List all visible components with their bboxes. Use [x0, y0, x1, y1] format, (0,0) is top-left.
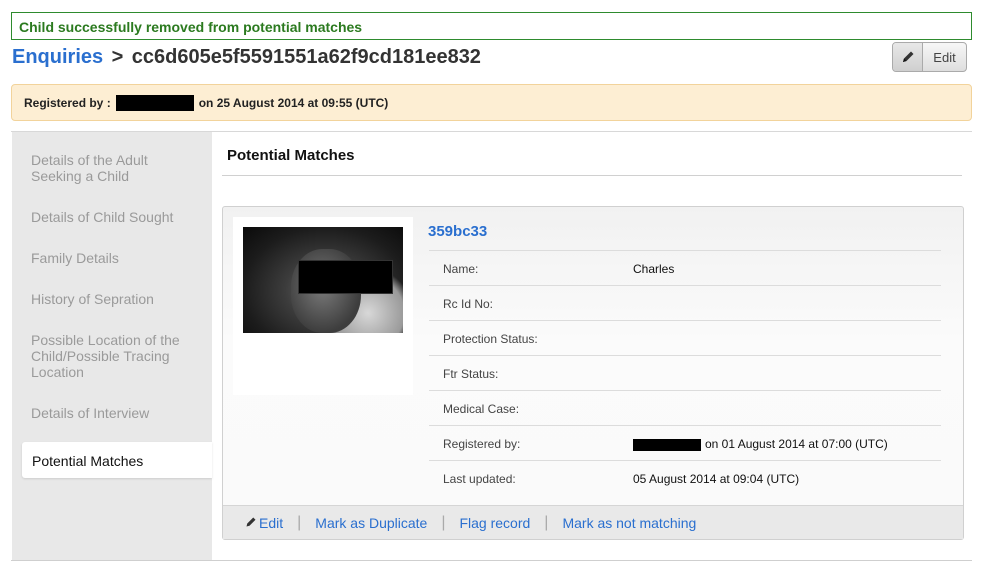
sidebar-item-family-details[interactable]: Family Details [31, 250, 196, 266]
sidebar-item-history-separation[interactable]: History of Sepration [31, 291, 196, 307]
registered-prefix: Registered by : [24, 95, 111, 110]
breadcrumb: Enquiries > cc6d605e5f5591551a62f9cd181e… [12, 46, 972, 72]
field-label: Ftr Status: [443, 367, 499, 381]
breadcrumb-separator: > [111, 46, 124, 68]
field-label: Rc Id No: [443, 297, 494, 311]
field-value: 05 August 2014 at 09:04 (UTC) [633, 472, 800, 486]
mark-duplicate-link[interactable]: Mark as Duplicate [315, 515, 427, 531]
match-id-link[interactable]: 359bc33 [428, 223, 487, 240]
match-card: 359bc33 Name: Charles Rc Id No: Protecti… [222, 206, 964, 540]
footer-divider [11, 560, 972, 561]
section-heading: Potential Matches [227, 147, 355, 164]
sidebar: Details of the Adult Seeking a Child Det… [12, 132, 212, 560]
field-row-last-updated: Last updated: 05 August 2014 at 09:04 (U… [429, 460, 941, 495]
field-row-protection-status: Protection Status: [429, 320, 941, 355]
redacted-registrant [633, 438, 701, 451]
edit-record-button[interactable]: Edit [892, 42, 967, 72]
heading-divider [222, 175, 962, 176]
field-value-registered: on 01 August 2014 at 07:00 (UTC) [633, 437, 888, 451]
field-value: Charles [633, 262, 675, 276]
field-row-registered-by: Registered by: on 01 August 2014 at 07:0… [429, 425, 941, 460]
match-actions-bar: Edit | Mark as Duplicate | Flag record |… [223, 505, 963, 539]
edit-link[interactable]: Edit [259, 515, 283, 531]
field-label: Protection Status: [443, 332, 538, 346]
registered-info-bar: Registered by : on 25 August 2014 at 09:… [11, 84, 972, 121]
sidebar-item-child-sought[interactable]: Details of Child Sought [31, 209, 196, 225]
photo-frame [233, 217, 413, 395]
sidebar-item-possible-location[interactable]: Possible Location of the Child/Possible … [31, 332, 196, 380]
flash-message: Child successfully removed from potentia… [11, 12, 972, 40]
pencil-icon [245, 515, 257, 531]
sidebar-item-potential-matches[interactable]: Potential Matches [22, 442, 212, 478]
field-row-rc-id: Rc Id No: [429, 285, 941, 320]
sidebar-item-interview-details[interactable]: Details of Interview [31, 405, 196, 421]
field-row-medical-case: Medical Case: [429, 390, 941, 425]
redacted-eyes [298, 260, 393, 294]
flag-record-link[interactable]: Flag record [459, 515, 530, 531]
child-photo [243, 227, 403, 333]
flash-text: Child successfully removed from potentia… [19, 19, 363, 35]
mark-not-matching-link[interactable]: Mark as not matching [562, 515, 696, 531]
field-label: Registered by: [443, 437, 521, 451]
breadcrumb-enquiries-link[interactable]: Enquiries [12, 46, 103, 68]
edit-button-label: Edit [933, 49, 956, 65]
page-title: cc6d605e5f5591551a62f9cd181ee832 [131, 46, 481, 68]
field-label: Name: [443, 262, 479, 276]
pencil-icon [893, 43, 923, 71]
field-row-name: Name: Charles [429, 250, 941, 285]
field-label: Last updated: [443, 472, 516, 486]
field-row-ftr-status: Ftr Status: [429, 355, 941, 390]
sidebar-item-adult-details[interactable]: Details of the Adult Seeking a Child [31, 152, 196, 184]
redacted-name [115, 94, 194, 111]
registered-suffix: on 25 August 2014 at 09:55 (UTC) [198, 95, 389, 110]
field-label: Medical Case: [443, 402, 520, 416]
field-value: on 01 August 2014 at 07:00 (UTC) [705, 437, 888, 451]
